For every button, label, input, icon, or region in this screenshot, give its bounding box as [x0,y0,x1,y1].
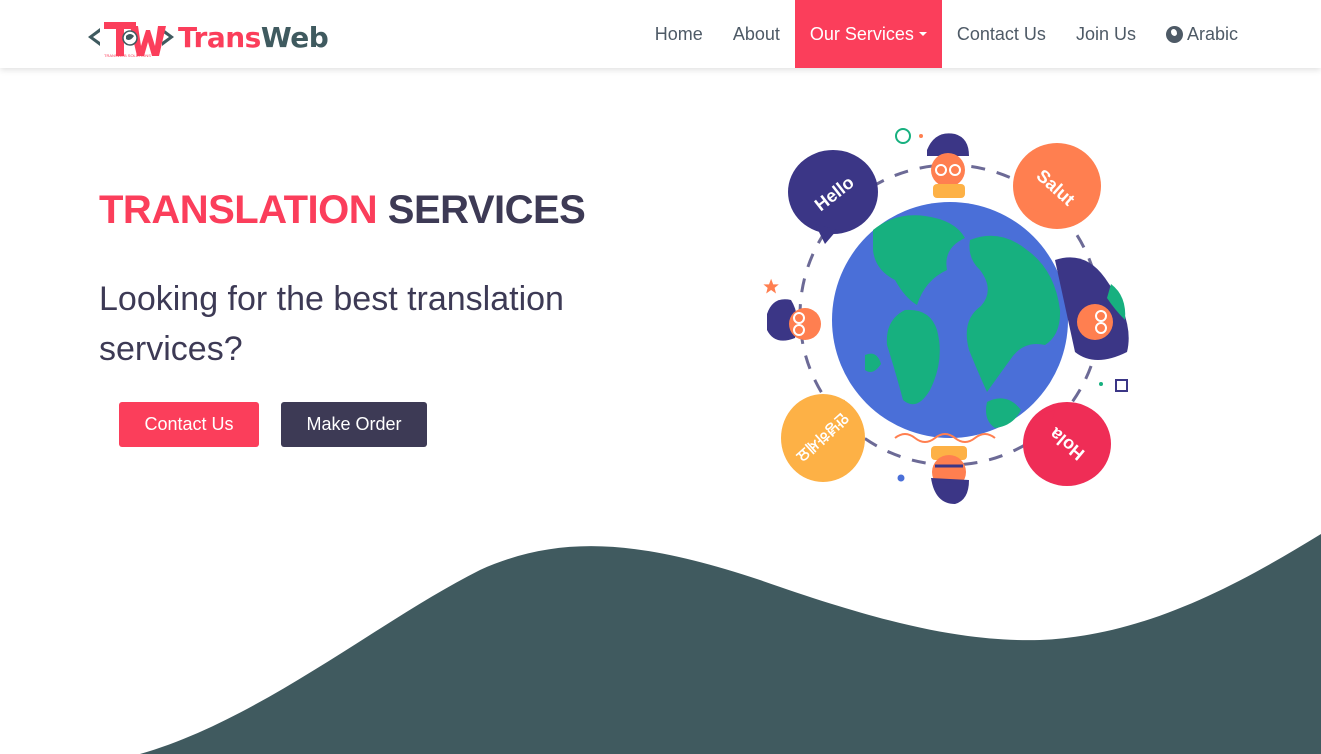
bubble-salut: Salut [1013,143,1101,229]
navbar: TransWeb TRANSWEB SOLUTIONS Home About O… [0,0,1321,68]
nav-our-services[interactable]: Our Services [794,0,942,68]
translation-globe-illustration: Hello Salut 안녕하세요 Hola [763,128,1129,504]
deco-square [1115,379,1128,392]
hero-title: TRANSLATION SERVICES [99,188,586,233]
brand-name-part1: Trans [178,20,261,54]
nav-arabic[interactable]: Arabic [1151,0,1253,68]
bubble-korean: 안녕하세요 [781,394,865,482]
person-top [927,133,969,198]
nav-our-services-label: Our Services [809,23,914,44]
bubble-hola: Hola [1023,402,1111,486]
nav-join-us[interactable]: Join Us [1061,0,1151,68]
person-left [767,299,821,341]
brand-name-part2: Web [260,20,329,54]
brand-wordmark: TransWeb [178,20,329,54]
contact-us-button[interactable]: Contact Us [119,402,259,447]
deco-dot-green [1099,382,1103,386]
deco-dot-blue [897,474,905,482]
make-order-button[interactable]: Make Order [281,402,427,447]
person-right [1055,257,1129,360]
person-bottom [931,446,969,504]
globe-icon [832,202,1068,438]
deco-circle [895,128,911,144]
hero-subtitle: Looking for the best translation service… [99,280,564,368]
deco-dot [919,134,923,138]
nav-arabic-label: Arabic [1186,23,1238,44]
bubble-hello: Hello [788,150,878,244]
hero-title-part2: SERVICES [387,188,586,232]
caret-down-icon [918,32,927,36]
nav-contact-us[interactable]: Contact Us [942,0,1061,68]
hero-title-part1: TRANSLATION [99,188,378,232]
globe-icon [1165,25,1183,43]
nav-home[interactable]: Home [640,0,718,68]
footer-wave [140,534,1321,754]
brand-tagline: TRANSWEB SOLUTIONS [104,53,151,58]
main-nav: Home About Our Services Contact Us Join … [640,0,1253,68]
deco-star [763,278,779,294]
nav-about[interactable]: About [718,0,795,68]
